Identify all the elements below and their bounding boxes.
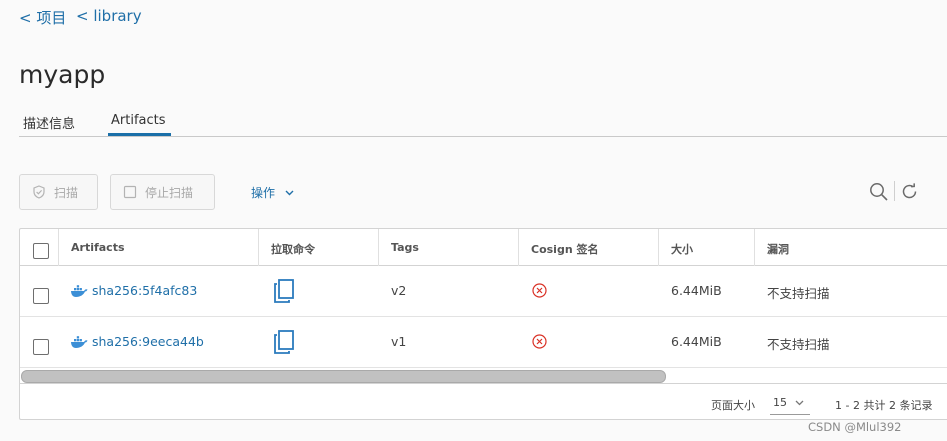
docker-icon <box>71 285 88 297</box>
page-title: myapp <box>19 60 106 89</box>
error-circle-icon <box>532 334 547 349</box>
column-header-vulnerabilities[interactable]: 漏洞 <box>767 241 789 257</box>
breadcrumb-library[interactable]: < library <box>76 7 142 25</box>
copy-icon[interactable] <box>273 330 295 354</box>
chevron-down-icon <box>285 190 294 195</box>
column-divider <box>754 229 755 266</box>
artifact-link[interactable]: sha256:5f4afc83 <box>92 283 197 298</box>
row-checkbox[interactable] <box>33 339 49 355</box>
select-all-checkbox[interactable] <box>33 243 49 259</box>
actions-dropdown-label: 操作 <box>251 186 276 200</box>
table-footer: 页面大小 15 1 - 2 共计 2 条记录 <box>20 385 947 421</box>
table-row: sha256:9eeca44b v1 6.44MiB 不支持扫描 <box>20 317 947 368</box>
size-value: 6.44MiB <box>671 283 722 298</box>
scan-button[interactable]: 扫描 <box>19 174 98 210</box>
pagination-summary: 1 - 2 共计 2 条记录 <box>835 399 933 412</box>
tag-value: v2 <box>391 283 407 298</box>
column-divider <box>378 229 379 266</box>
column-header-tags[interactable]: Tags <box>391 241 419 254</box>
horizontal-scrollbar[interactable] <box>20 368 947 384</box>
size-value: 6.44MiB <box>671 334 722 349</box>
tab-divider <box>19 136 947 137</box>
table-row: sha256:5f4afc83 v2 6.44MiB 不支持扫描 <box>20 266 947 317</box>
watermark: CSDN @Mlul392 <box>808 420 902 434</box>
vulnerability-status: 不支持扫描 <box>767 337 830 352</box>
scan-button-label: 扫描 <box>54 185 79 200</box>
column-header-pull-command[interactable]: 拉取命令 <box>271 241 315 257</box>
docker-icon <box>71 336 88 348</box>
column-divider <box>658 229 659 266</box>
column-header-cosign[interactable]: Cosign 签名 <box>531 241 598 257</box>
toolbar-divider <box>894 181 895 201</box>
copy-icon[interactable] <box>273 279 295 303</box>
tag-value: v1 <box>391 334 407 349</box>
error-circle-icon <box>532 283 547 298</box>
stop-scan-button[interactable]: 停止扫描 <box>110 174 215 210</box>
chevron-down-icon <box>795 400 804 405</box>
actions-dropdown[interactable]: 操作 <box>251 184 294 201</box>
artifacts-table: Artifacts 拉取命令 Tags Cosign 签名 大小 漏洞 sha2… <box>19 228 947 420</box>
shield-icon <box>33 185 45 199</box>
stop-scan-button-label: 停止扫描 <box>145 185 194 200</box>
artifact-link[interactable]: sha256:9eeca44b <box>92 334 204 349</box>
column-header-size[interactable]: 大小 <box>671 241 693 257</box>
column-header-artifacts[interactable]: Artifacts <box>71 241 125 254</box>
page-size-value: 15 <box>773 396 787 409</box>
tab-artifacts[interactable]: Artifacts <box>111 113 166 128</box>
scrollbar-thumb[interactable] <box>21 370 666 383</box>
column-divider <box>58 229 59 266</box>
refresh-icon[interactable] <box>900 182 919 201</box>
vulnerability-status: 不支持扫描 <box>767 286 830 301</box>
stop-icon <box>123 185 137 199</box>
row-checkbox[interactable] <box>33 288 49 304</box>
page-size-select[interactable]: 15 <box>770 391 810 415</box>
page-size-label: 页面大小 <box>711 399 755 412</box>
table-header: Artifacts 拉取命令 Tags Cosign 签名 大小 漏洞 <box>20 229 947 266</box>
column-divider <box>258 229 259 266</box>
column-divider <box>518 229 519 266</box>
breadcrumb-project[interactable]: < 项目 <box>19 7 66 28</box>
search-icon[interactable] <box>869 182 889 202</box>
tab-description[interactable]: 描述信息 <box>23 113 75 132</box>
